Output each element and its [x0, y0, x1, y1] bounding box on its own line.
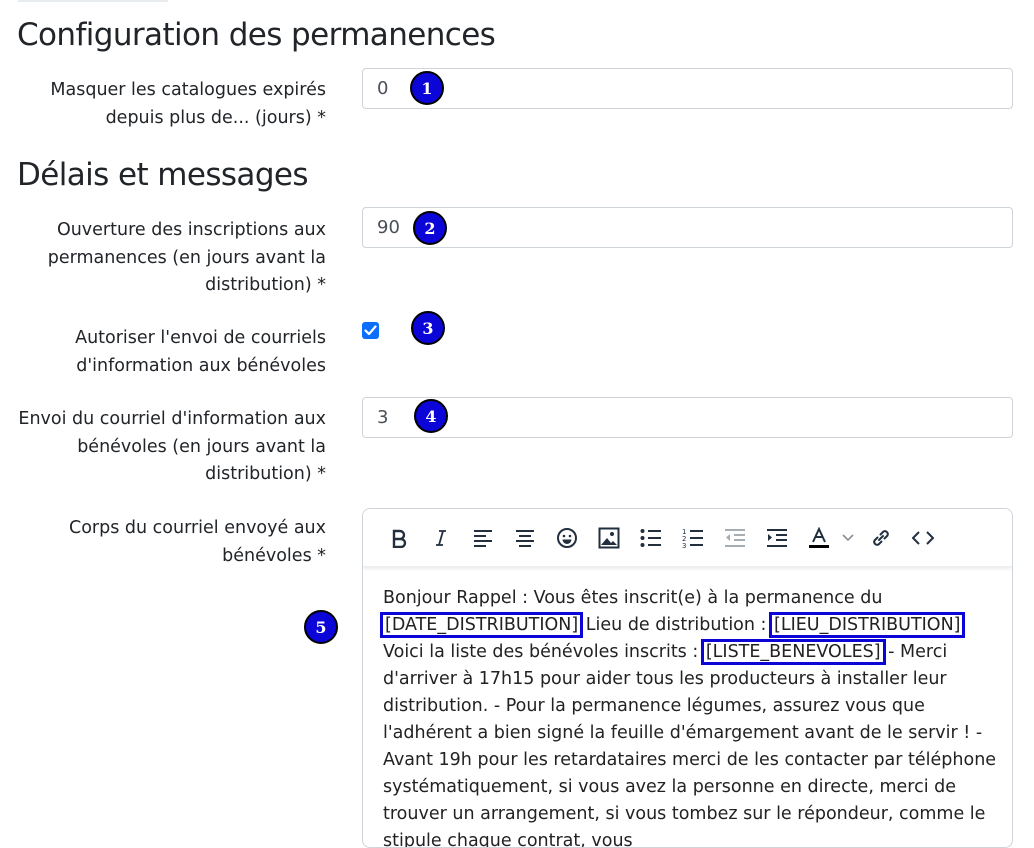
- align-left-icon[interactable]: [470, 525, 496, 551]
- link-icon[interactable]: [868, 525, 894, 551]
- section-title-configuration: Configuration des permanences: [17, 17, 496, 53]
- check-icon: [364, 325, 377, 336]
- label-corps: Corps du courriel envoyé aux bénévoles *: [68, 518, 326, 566]
- placeholder-liste-benevoles: [LISTE_BENEVOLES]: [700, 639, 886, 665]
- label-envoi: Envoi du courriel d'information aux béné…: [18, 409, 326, 484]
- checkbox-autoriser-courriels[interactable]: [362, 322, 379, 339]
- label-ouverture: Ouverture des inscriptions aux permanenc…: [47, 220, 326, 295]
- top-divider: [18, 0, 168, 2]
- italic-icon[interactable]: [428, 525, 454, 551]
- bold-icon[interactable]: [386, 525, 412, 551]
- editor-text: Lieu de distribution :: [580, 615, 773, 635]
- code-icon[interactable]: [910, 525, 936, 551]
- image-icon[interactable]: [596, 525, 622, 551]
- marker-1: 1: [410, 71, 444, 105]
- editor-text: - Merci d'arriver à 17h15 pour aider tou…: [383, 642, 997, 848]
- marker-5: 5: [304, 610, 338, 644]
- emoji-icon[interactable]: [554, 525, 580, 551]
- marker-4: 4: [414, 399, 448, 433]
- section-title-delais: Délais et messages: [17, 157, 309, 193]
- bullet-list-icon[interactable]: [638, 525, 664, 551]
- chevron-down-icon[interactable]: [838, 525, 858, 551]
- numbered-list-icon[interactable]: 123: [680, 525, 706, 551]
- placeholder-lieu-distribution: [LIEU_DISTRIBUTION]: [769, 612, 966, 638]
- marker-3: 3: [411, 311, 445, 345]
- editor-text: Voici la liste des bénévoles inscrits :: [383, 642, 704, 662]
- text-color-icon[interactable]: [806, 525, 832, 551]
- input-masquer-jours[interactable]: 0: [362, 68, 1013, 109]
- align-center-icon[interactable]: [512, 525, 538, 551]
- editor-toolbar: 123: [363, 509, 1012, 567]
- indent-icon[interactable]: [764, 525, 790, 551]
- outdent-icon[interactable]: [722, 525, 748, 551]
- input-envoi-jours[interactable]: 3: [362, 397, 1013, 438]
- editor-content[interactable]: Bonjour Rappel : Vous êtes inscrit(e) à …: [379, 585, 1003, 848]
- svg-text:3: 3: [682, 542, 686, 549]
- editor-text: Bonjour Rappel : Vous êtes inscrit(e) à …: [383, 588, 883, 608]
- placeholder-date-distribution: [DATE_DISTRIBUTION]: [379, 612, 584, 638]
- marker-2: 2: [413, 211, 447, 245]
- label-masquer: Masquer les catalogues expirés depuis pl…: [50, 80, 326, 128]
- rich-text-editor[interactable]: 123 Bonjour Rappel : Vous êtes inscrit(e…: [362, 508, 1013, 848]
- label-autoriser: Autoriser l'envoi de courriels d'informa…: [75, 328, 326, 376]
- input-ouverture-jours[interactable]: 90: [362, 207, 1013, 248]
